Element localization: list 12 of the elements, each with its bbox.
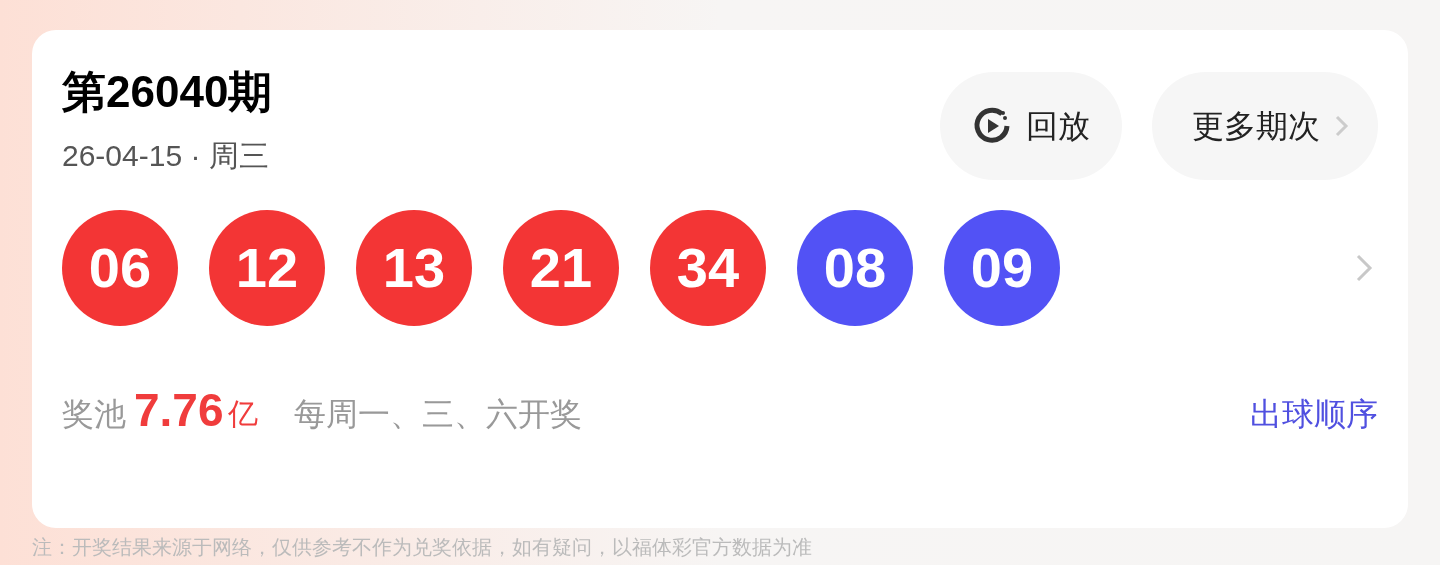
disclaimer-note: 注：开奖结果来源于网络，仅供参考不作为兑奖依据，如有疑问，以福体彩官方数据为准 — [32, 535, 813, 560]
replay-button[interactable]: 回放 — [940, 72, 1122, 180]
draw-order-link[interactable]: 出球顺序 — [1250, 392, 1378, 436]
draw-title: 第26040期 — [62, 66, 273, 118]
chevron-right-icon — [1334, 114, 1350, 138]
draw-schedule: 每周一、三、六开奖 — [293, 395, 582, 434]
draw-date: 26-04-15 · 周三 — [62, 138, 270, 174]
prize-pool-unit: 亿 — [227, 396, 258, 432]
prize-pool-amount: 7.76 — [134, 384, 224, 436]
prize-pool-label: 奖池 — [62, 395, 126, 434]
more-draws-button[interactable]: 更多期次 — [1152, 72, 1378, 180]
play-icon — [972, 106, 1012, 146]
